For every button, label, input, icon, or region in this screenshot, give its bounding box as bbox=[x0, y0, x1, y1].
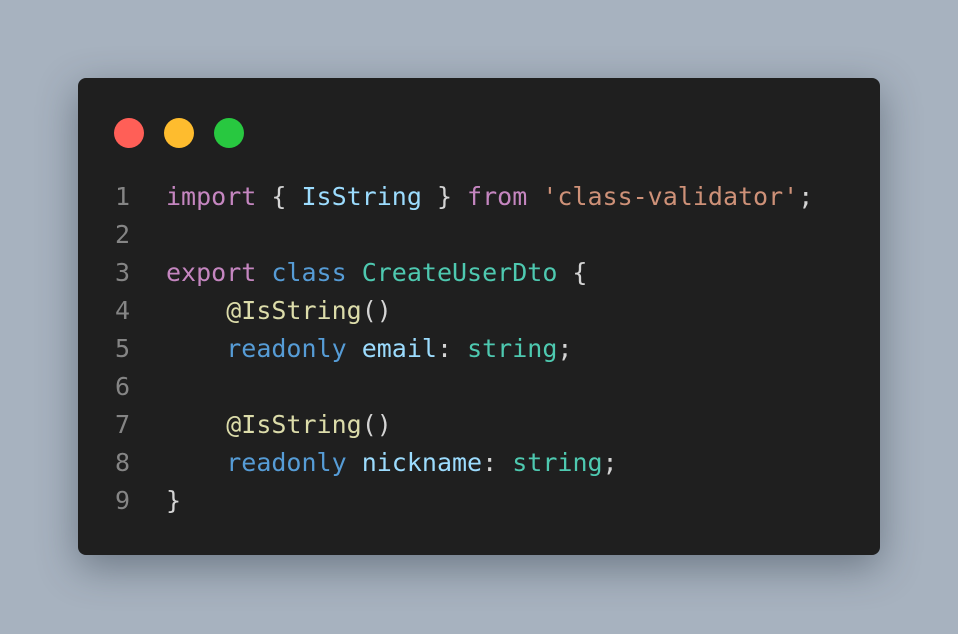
line-source: @IsString() bbox=[166, 406, 392, 444]
code-token: from bbox=[467, 182, 528, 211]
code-line: 3 export class CreateUserDto { bbox=[78, 254, 813, 292]
line-number: 9 bbox=[114, 486, 130, 515]
line-source: import { IsString } from 'class-validato… bbox=[166, 178, 813, 216]
code-token: } bbox=[166, 486, 182, 515]
code-line: 7 @IsString() bbox=[78, 406, 813, 444]
code-line: 1 import { IsString } from 'class-validat… bbox=[78, 178, 813, 216]
code-token: string bbox=[467, 334, 558, 363]
window-controls bbox=[114, 118, 244, 148]
code-token: ; bbox=[798, 182, 814, 211]
line-source: } bbox=[166, 482, 181, 520]
code-line: 2 bbox=[78, 216, 813, 254]
line-number: 8 bbox=[114, 448, 130, 477]
code-token: class bbox=[271, 258, 347, 287]
line-number: 7 bbox=[114, 410, 130, 439]
code-token: () bbox=[361, 410, 392, 439]
line-number: 3 bbox=[114, 258, 130, 287]
maximize-icon[interactable] bbox=[214, 118, 244, 148]
code-line: 5 readonly email: string; bbox=[78, 330, 813, 368]
code-token: { bbox=[557, 258, 588, 287]
code-token: readonly bbox=[226, 448, 347, 477]
code-token: string bbox=[512, 448, 603, 477]
code-token: : bbox=[482, 448, 513, 477]
code-token: 'class-validator' bbox=[542, 182, 799, 211]
code-token: ; bbox=[557, 334, 573, 363]
code-line: 9} bbox=[78, 482, 813, 520]
code-line: 8 readonly nickname: string; bbox=[78, 444, 813, 482]
code-window: 1 import { IsString } from 'class-validat… bbox=[78, 78, 880, 555]
line-number: 4 bbox=[114, 296, 130, 325]
code-token: email bbox=[361, 334, 437, 363]
code-token: import bbox=[166, 182, 257, 211]
minimize-icon[interactable] bbox=[164, 118, 194, 148]
code-token: IsString bbox=[301, 182, 422, 211]
line-source: @IsString() bbox=[166, 292, 392, 330]
code-token: { bbox=[256, 182, 302, 211]
line-source: readonly email: string; bbox=[166, 330, 572, 368]
line-source: export class CreateUserDto { bbox=[166, 254, 587, 292]
code-token: @IsString bbox=[226, 296, 362, 325]
code-token: readonly bbox=[226, 334, 347, 363]
code-editor[interactable]: 1 import { IsString } from 'class-validat… bbox=[78, 178, 813, 520]
code-token: () bbox=[361, 296, 392, 325]
code-token: : bbox=[436, 334, 468, 363]
line-source: readonly nickname: string; bbox=[166, 444, 618, 482]
code-line: 6 bbox=[78, 368, 813, 406]
code-token: export bbox=[166, 258, 257, 287]
code-token: } bbox=[421, 182, 468, 211]
code-token: CreateUserDto bbox=[361, 258, 558, 287]
line-number: 6 bbox=[114, 372, 130, 401]
line-number: 1 bbox=[114, 182, 130, 211]
code-token: nickname bbox=[361, 448, 483, 477]
line-number: 2 bbox=[114, 220, 130, 249]
line-number: 5 bbox=[114, 334, 130, 363]
close-icon[interactable] bbox=[114, 118, 144, 148]
code-token: ; bbox=[602, 448, 618, 477]
code-line: 4 @IsString() bbox=[78, 292, 813, 330]
code-token: @IsString bbox=[226, 410, 362, 439]
